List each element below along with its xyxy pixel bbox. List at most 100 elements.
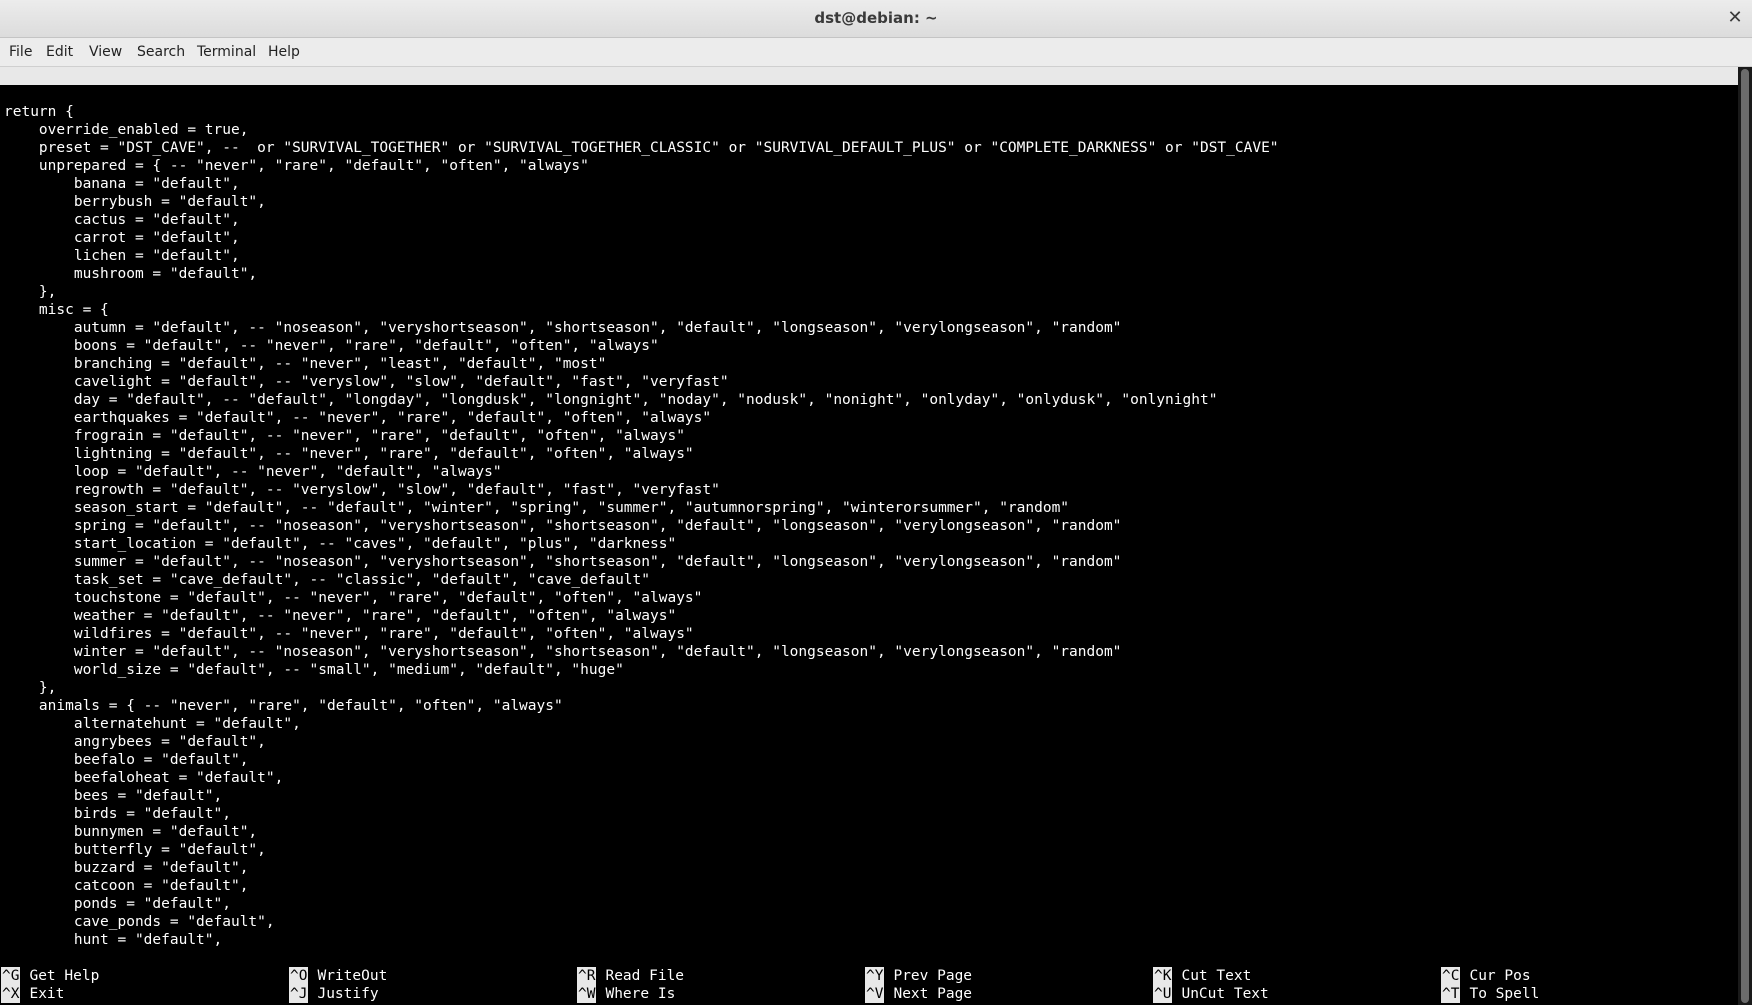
code-line: beefaloheat = "default", xyxy=(4,770,284,786)
code-line: animals = { -- "never", "rare", "default… xyxy=(4,698,563,714)
code-line: alternatehunt = "default", xyxy=(4,716,301,732)
shortcut-item: ^G Get Help xyxy=(1,967,99,985)
shortcut-key: ^G xyxy=(1,967,21,985)
code-line: }, xyxy=(4,284,57,300)
code-line: spring = "default", -- "noseason", "very… xyxy=(4,518,1122,534)
code-line: cavelight = "default", -- "veryslow", "s… xyxy=(4,374,729,390)
code-line: season_start = "default", -- "default", … xyxy=(4,500,1070,516)
code-line: }, xyxy=(4,680,57,696)
shortcut-label: Read File xyxy=(605,968,685,984)
code-line: banana = "default", xyxy=(4,176,240,192)
shortcut-label: Where Is xyxy=(605,986,676,1002)
shortcut-item: ^O WriteOut xyxy=(289,967,387,985)
code-line: butterfly = "default", xyxy=(4,842,266,858)
shortcut-item: ^J Justify xyxy=(289,985,379,1003)
shortcut-label: Cut Text xyxy=(1181,968,1252,984)
code-line: wildfires = "default", -- "never", "rare… xyxy=(4,626,694,642)
menu-search[interactable]: Search xyxy=(137,44,185,60)
shortcut-key: ^R xyxy=(577,967,597,985)
shortcut-key: ^U xyxy=(1153,985,1173,1003)
code-line: cave_ponds = "default", xyxy=(4,914,275,930)
code-line: lightning = "default", -- "never", "rare… xyxy=(4,446,694,462)
code-line: start_location = "default", -- "caves", … xyxy=(4,536,677,552)
code-line: lichen = "default", xyxy=(4,248,240,264)
code-line: regrowth = "default", -- "veryslow", "sl… xyxy=(4,482,720,498)
editor-text-area[interactable]: return { override_enabled = true, preset… xyxy=(4,103,1734,949)
shortcut-key: ^C xyxy=(1441,967,1461,985)
shortcut-label: Prev Page xyxy=(893,968,973,984)
shortcut-label: Get Help xyxy=(29,968,100,984)
window-titlebar: dst@debian: ~ ✕ xyxy=(0,0,1752,38)
terminal-scrollbar[interactable] xyxy=(1738,67,1752,1005)
shortcut-label: Exit xyxy=(29,986,65,1002)
shortcut-label: WriteOut xyxy=(317,968,388,984)
shortcut-item: ^Y Prev Page xyxy=(865,967,972,985)
shortcut-item: ^K Cut Text xyxy=(1153,967,1251,985)
shortcut-key: ^K xyxy=(1153,967,1173,985)
menu-edit[interactable]: Edit xyxy=(46,44,73,60)
code-line: earthquakes = "default", -- "never", "ra… xyxy=(4,410,712,426)
menu-file[interactable]: File xyxy=(9,44,32,60)
nano-shortcut-bar: ^G Get Help ^X Exit ^O WriteOut ^J Justify ^R Rea… xyxy=(0,967,1738,1003)
shortcut-label: Next Page xyxy=(893,986,973,1002)
code-line: task_set = "cave_default", -- "classic",… xyxy=(4,572,651,588)
shortcut-key: ^W xyxy=(577,985,597,1003)
code-line: touchstone = "default", -- "never", "rar… xyxy=(4,590,703,606)
code-line: return { xyxy=(4,104,74,120)
menu-terminal[interactable]: Terminal xyxy=(197,44,256,60)
shortcut-key: ^T xyxy=(1441,985,1461,1003)
code-line: buzzard = "default", xyxy=(4,860,249,876)
code-line: ponds = "default", xyxy=(4,896,231,912)
scrollbar-thumb[interactable] xyxy=(1741,69,1749,1003)
shortcut-label: To Spell xyxy=(1469,986,1540,1002)
shortcut-key: ^V xyxy=(865,985,885,1003)
menu-view[interactable]: View xyxy=(89,44,122,60)
code-line: boons = "default", -- "never", "rare", "… xyxy=(4,338,659,354)
code-line: world_size = "default", -- "small", "med… xyxy=(4,662,624,678)
terminal-area[interactable]: GNU nano 2.2.6 File: /home/dst/.klei/DoN… xyxy=(0,67,1738,1005)
code-line: carrot = "default", xyxy=(4,230,240,246)
code-line: beefalo = "default", xyxy=(4,752,249,768)
shortcut-item: ^V Next Page xyxy=(865,985,972,1003)
shortcut-key: ^X xyxy=(1,985,21,1003)
code-line: mushroom = "default", xyxy=(4,266,258,282)
shortcut-key: ^O xyxy=(289,967,309,985)
shortcut-key: ^Y xyxy=(865,967,885,985)
code-line: angrybees = "default", xyxy=(4,734,266,750)
shortcut-item: ^X Exit xyxy=(1,985,64,1003)
code-line: day = "default", -- "default", "longday"… xyxy=(4,392,1218,408)
code-line: override_enabled = true, xyxy=(4,122,249,138)
code-line: birds = "default", xyxy=(4,806,231,822)
code-line: autumn = "default", -- "noseason", "very… xyxy=(4,320,1122,336)
code-line: preset = "DST_CAVE", -- or "SURVIVAL_TOG… xyxy=(4,140,1279,156)
shortcut-label: Justify xyxy=(317,986,379,1002)
shortcut-key: ^J xyxy=(289,985,309,1003)
code-line: frograin = "default", -- "never", "rare"… xyxy=(4,428,685,444)
code-line: loop = "default", -- "never", "default",… xyxy=(4,464,502,480)
shortcut-item: ^W Where Is xyxy=(577,985,675,1003)
code-line: cactus = "default", xyxy=(4,212,240,228)
code-line: catcoon = "default", xyxy=(4,878,249,894)
shortcut-item: ^C Cur Pos xyxy=(1441,967,1531,985)
code-line: weather = "default", -- "never", "rare",… xyxy=(4,608,677,624)
shortcut-item: ^T To Spell xyxy=(1441,985,1539,1003)
code-line: hunt = "default", xyxy=(4,932,223,948)
nano-version: GNU nano 2.2.6 xyxy=(20,86,143,102)
code-line: misc = { xyxy=(4,302,109,318)
code-line: unprepared = { -- "never", "rare", "defa… xyxy=(4,158,589,174)
code-line: summer = "default", -- "noseason", "very… xyxy=(4,554,1122,570)
close-icon[interactable]: ✕ xyxy=(1724,7,1746,29)
menu-help[interactable]: Help xyxy=(268,44,300,60)
shortcut-label: UnCut Text xyxy=(1181,986,1269,1002)
shortcut-label: Cur Pos xyxy=(1469,968,1531,984)
code-line: bees = "default", xyxy=(4,788,223,804)
code-line: berrybush = "default", xyxy=(4,194,266,210)
menu-bar: File Edit View Search Terminal Help xyxy=(0,38,1752,67)
shortcut-item: ^R Read File xyxy=(577,967,684,985)
nano-header-bar: GNU nano 2.2.6 File: /home/dst/.klei/DoN… xyxy=(0,67,1738,138)
window-title: dst@debian: ~ xyxy=(814,9,938,27)
shortcut-item: ^U UnCut Text xyxy=(1153,985,1269,1003)
code-line: winter = "default", -- "noseason", "very… xyxy=(4,644,1122,660)
code-line: branching = "default", -- "never", "leas… xyxy=(4,356,607,372)
code-line: bunnymen = "default", xyxy=(4,824,258,840)
